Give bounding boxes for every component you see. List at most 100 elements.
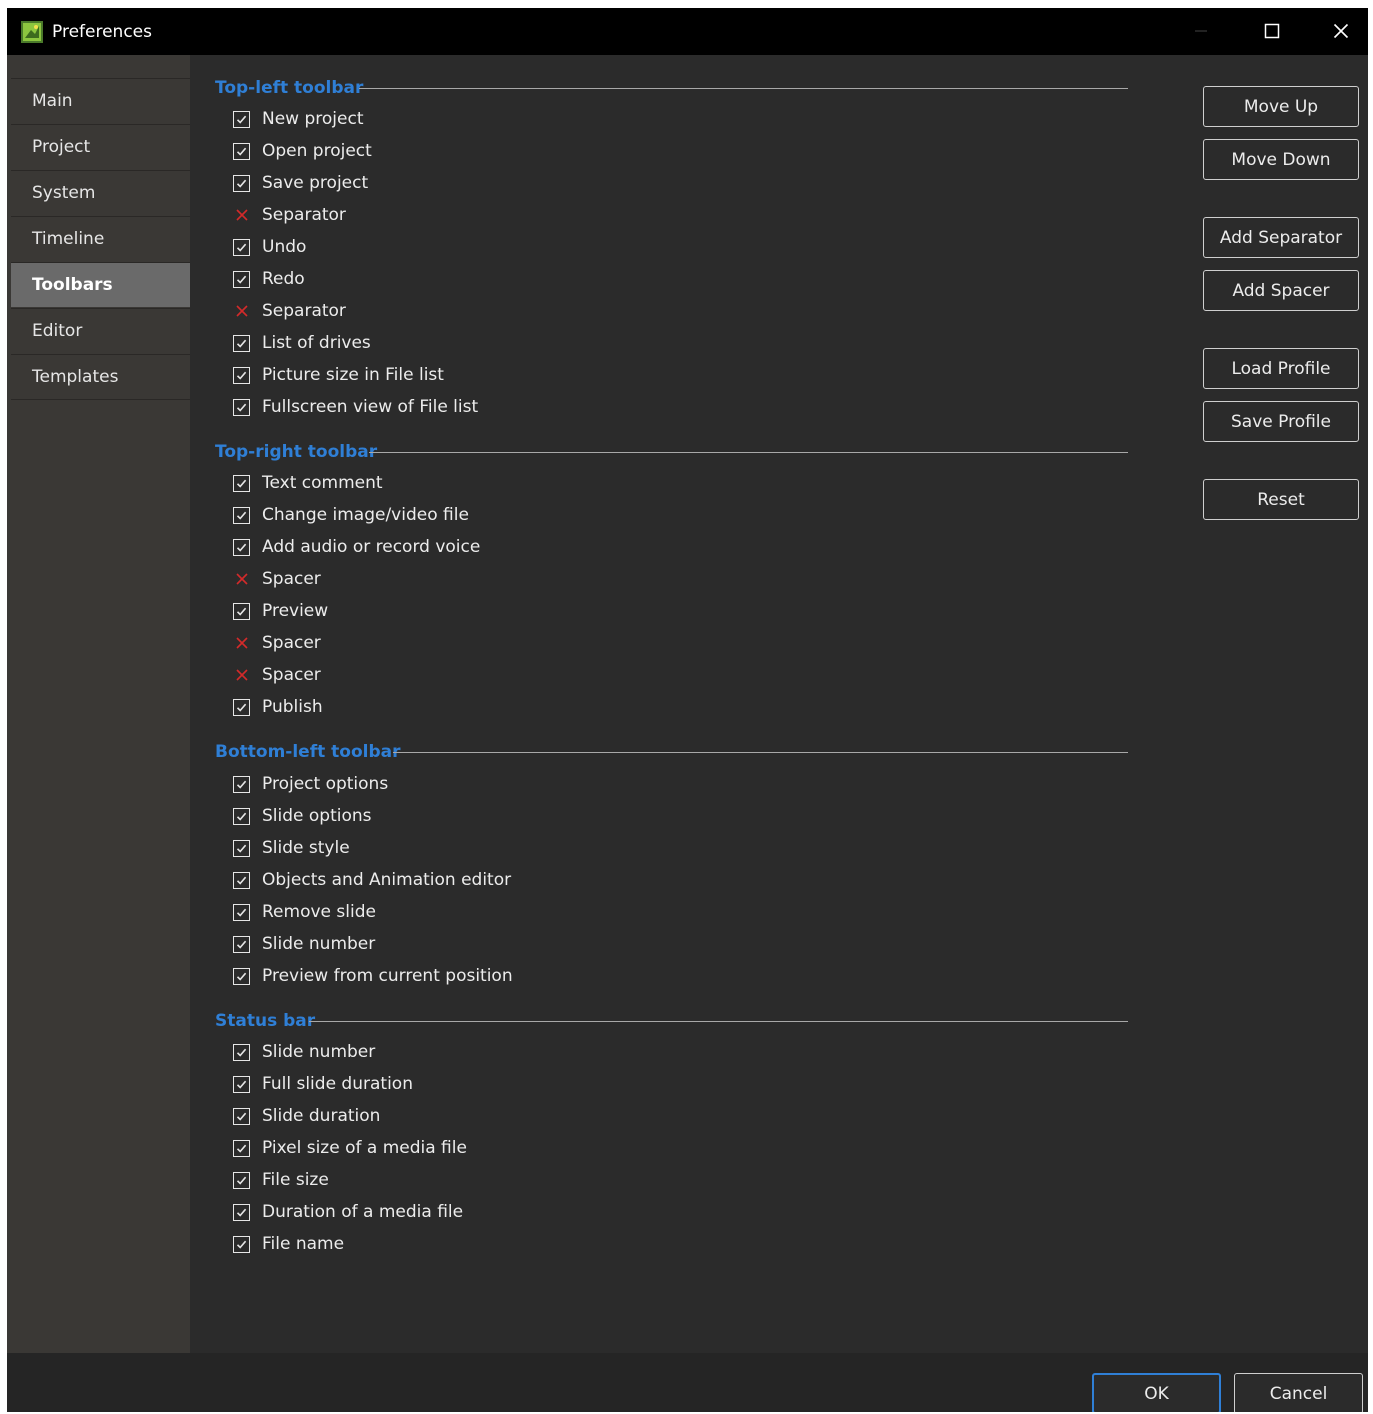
checkbox-checked-icon: [233, 366, 250, 384]
toolbar-option[interactable]: File name: [233, 1232, 344, 1256]
minimize-icon: [1195, 30, 1207, 32]
sidebar-item-system[interactable]: System: [11, 170, 190, 215]
option-label: Slide number: [262, 1042, 376, 1062]
checkbox-checked-icon: [233, 903, 250, 921]
checkbox-checked-icon: [233, 474, 250, 492]
sidebar-item-editor[interactable]: Editor: [11, 308, 190, 353]
toolbar-option[interactable]: Full slide duration: [233, 1072, 413, 1096]
toolbar-option[interactable]: Change image/video file: [233, 503, 469, 527]
toolbar-option[interactable]: Spacer: [233, 663, 321, 687]
option-label: Separator: [262, 205, 346, 225]
app-icon: [21, 21, 43, 43]
maximize-icon: [1264, 23, 1280, 39]
toolbar-option[interactable]: Separator: [233, 299, 346, 323]
remove-x-icon: [233, 571, 250, 588]
toolbar-option[interactable]: Fullscreen view of File list: [233, 395, 478, 419]
toolbar-option[interactable]: Picture size in File list: [233, 363, 444, 387]
toolbar-option[interactable]: Open project: [233, 139, 372, 163]
checkbox-checked-icon: [233, 1107, 250, 1125]
section-title: Bottom-left toolbar: [215, 742, 401, 762]
checkbox-checked-icon: [233, 839, 250, 857]
toolbar-option[interactable]: Duration of a media file: [233, 1200, 463, 1224]
option-label: Duration of a media file: [262, 1202, 464, 1222]
move-down-button[interactable]: Move Down: [1203, 139, 1359, 180]
checkbox-checked-icon: [233, 334, 250, 352]
cancel-button[interactable]: Cancel: [1234, 1373, 1363, 1412]
toolbar-option[interactable]: Objects and Animation editor: [233, 868, 511, 892]
option-label: Add audio or record voice: [262, 537, 481, 557]
option-label: Text comment: [262, 473, 383, 493]
toolbar-option[interactable]: Redo: [233, 267, 305, 291]
sidebar-item-timeline[interactable]: Timeline: [11, 216, 190, 261]
checkbox-checked-icon: [233, 1235, 250, 1253]
toolbar-option[interactable]: Preview from current position: [233, 964, 513, 988]
add-spacer-button[interactable]: Add Spacer: [1203, 270, 1359, 311]
toolbar-option[interactable]: Text comment: [233, 471, 383, 495]
reset-button[interactable]: Reset: [1203, 479, 1359, 520]
sidebar-item-toolbars[interactable]: Toolbars: [11, 262, 190, 307]
section-title: Top-right toolbar: [215, 442, 378, 462]
sidebar-item-label: System: [32, 183, 96, 203]
toolbar-option[interactable]: Publish: [233, 695, 323, 719]
option-label: File size: [262, 1170, 329, 1190]
option-label: Spacer: [262, 633, 321, 653]
sidebar-item-main[interactable]: Main: [11, 78, 190, 123]
toolbar-option[interactable]: Pixel size of a media file: [233, 1136, 467, 1160]
option-label: Spacer: [262, 665, 321, 685]
toolbar-option[interactable]: List of drives: [233, 331, 371, 355]
option-label: Slide number: [262, 934, 376, 954]
minimize-button[interactable]: [1177, 14, 1225, 48]
section-divider: [369, 452, 1128, 453]
toolbar-option[interactable]: Remove slide: [233, 900, 376, 924]
section-header-top-left: Top-left toolbar: [215, 77, 1128, 99]
option-label: Undo: [262, 237, 307, 257]
option-label: Save project: [262, 173, 369, 193]
toolbar-option[interactable]: Add audio or record voice: [233, 535, 480, 559]
window-title: Preferences: [52, 22, 152, 42]
sidebar: Main Project System Timeline Toolbars Ed…: [7, 55, 190, 1353]
option-label: Preview from current position: [262, 966, 513, 986]
toolbar-option[interactable]: Separator: [233, 203, 346, 227]
toolbar-option[interactable]: Slide style: [233, 836, 350, 860]
toolbar-option[interactable]: File size: [233, 1168, 329, 1192]
checkbox-checked-icon: [233, 110, 250, 128]
toolbar-option[interactable]: Preview: [233, 599, 328, 623]
toolbar-option[interactable]: New project: [233, 107, 364, 131]
save-profile-button[interactable]: Save Profile: [1203, 401, 1359, 442]
load-profile-button[interactable]: Load Profile: [1203, 348, 1359, 389]
toolbar-option[interactable]: Undo: [233, 235, 306, 259]
checkbox-checked-icon: [233, 398, 250, 416]
remove-x-icon: [233, 207, 250, 224]
option-label: Spacer: [262, 569, 321, 589]
option-label: Preview: [262, 601, 329, 621]
toolbar-option[interactable]: Slide number: [233, 1040, 375, 1064]
option-label: List of drives: [262, 333, 371, 353]
option-label: Change image/video file: [262, 505, 469, 525]
toolbar-option[interactable]: Slide duration: [233, 1104, 380, 1128]
toolbar-option[interactable]: Spacer: [233, 631, 321, 655]
checkbox-checked-icon: [233, 602, 250, 620]
ok-button[interactable]: OK: [1092, 1373, 1221, 1412]
section-header-bottom-left: Bottom-left toolbar: [215, 741, 1128, 763]
section-divider: [393, 752, 1128, 753]
remove-x-icon: [233, 667, 250, 684]
sidebar-item-label: Editor: [32, 321, 83, 341]
checkbox-checked-icon: [233, 1043, 250, 1061]
maximize-button[interactable]: [1248, 14, 1296, 48]
section-title: Top-left toolbar: [215, 78, 364, 98]
toolbar-option[interactable]: Spacer: [233, 567, 321, 591]
close-button[interactable]: [1317, 14, 1365, 48]
add-separator-button[interactable]: Add Separator: [1203, 217, 1359, 258]
sidebar-item-project[interactable]: Project: [11, 124, 190, 169]
move-up-button[interactable]: Move Up: [1203, 86, 1359, 127]
checkbox-checked-icon: [233, 698, 250, 716]
checkbox-checked-icon: [233, 538, 250, 556]
sidebar-item-templates[interactable]: Templates: [11, 354, 190, 399]
section-header-top-right: Top-right toolbar: [215, 441, 1128, 463]
option-label: Remove slide: [262, 902, 376, 922]
toolbar-option[interactable]: Save project: [233, 171, 368, 195]
toolbar-option[interactable]: Project options: [233, 772, 388, 796]
toolbar-option[interactable]: Slide number: [233, 932, 375, 956]
toolbar-option[interactable]: Slide options: [233, 804, 372, 828]
checkbox-checked-icon: [233, 1171, 250, 1189]
